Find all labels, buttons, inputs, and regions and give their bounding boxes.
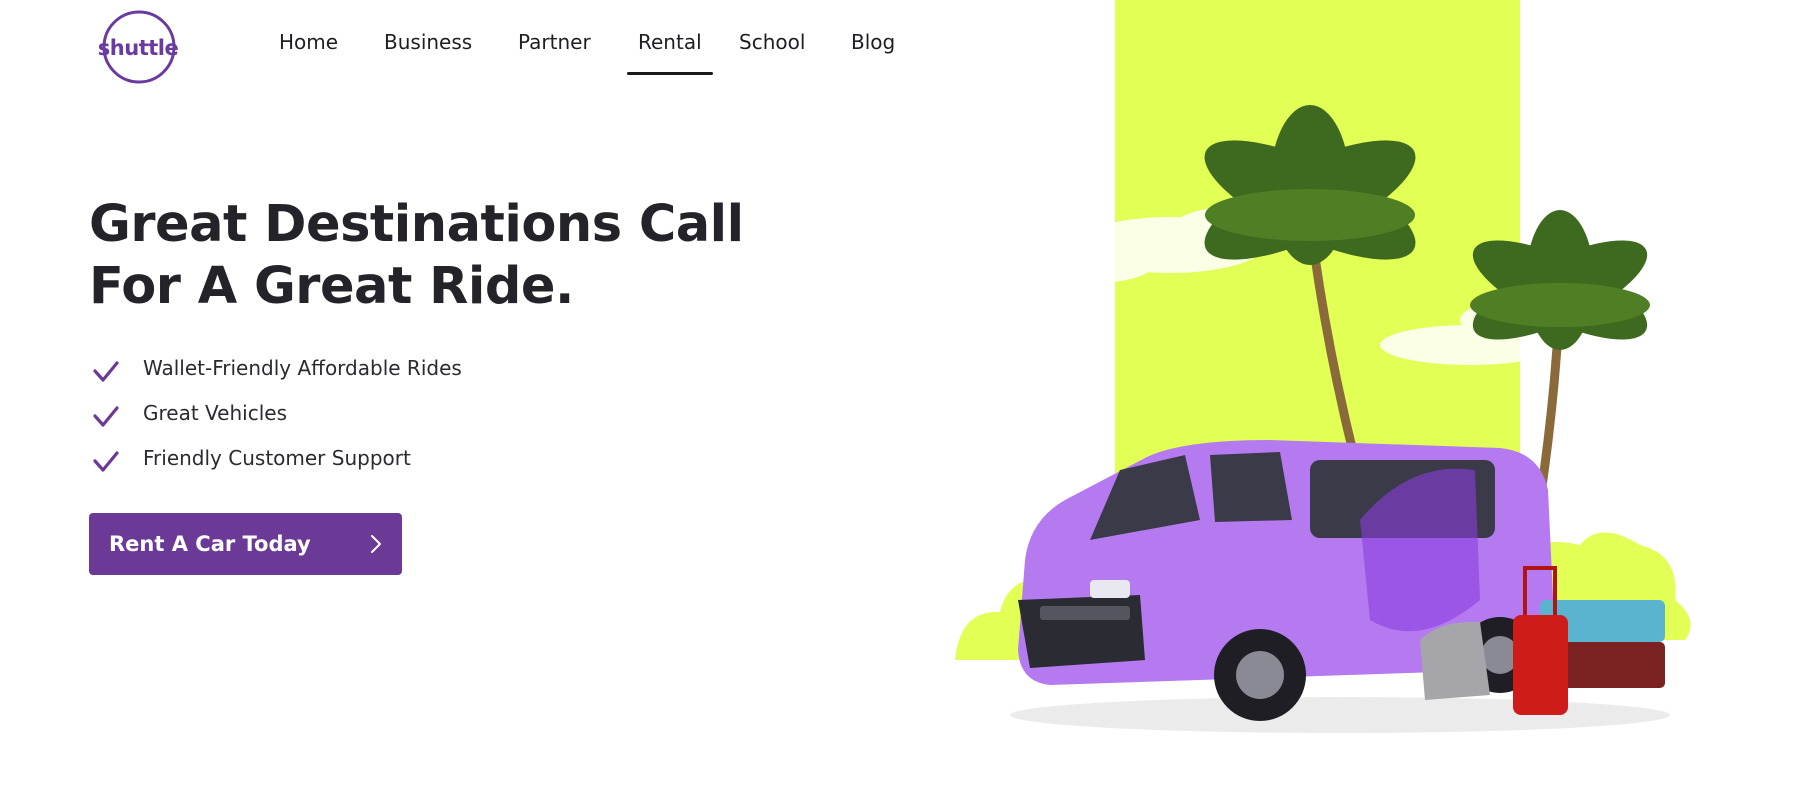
nav-item-school[interactable]: School <box>739 30 805 54</box>
hero-title: Great Destinations Call For A Great Ride… <box>89 194 789 318</box>
hero-title-line-2: For A Great Ride. <box>89 257 574 316</box>
chevron-right-icon <box>370 534 382 554</box>
feature-label: Friendly Customer Support <box>143 445 411 470</box>
logo[interactable]: shuttle <box>99 10 179 84</box>
check-icon <box>92 449 120 475</box>
nav-item-home[interactable]: Home <box>279 30 338 54</box>
hero-illustration <box>940 0 1720 740</box>
rent-car-button[interactable]: Rent A Car Today <box>89 513 402 575</box>
hero-title-line-1: Great Destinations Call <box>89 195 744 254</box>
logo-text: shuttle <box>99 36 178 60</box>
feature-label: Wallet-Friendly Affordable Rides <box>143 355 462 380</box>
nav-item-partner[interactable]: Partner <box>518 30 591 54</box>
feature-item: Great Vehicles <box>92 390 462 435</box>
nav-item-business[interactable]: Business <box>384 30 472 54</box>
feature-item: Wallet-Friendly Affordable Rides <box>92 345 462 390</box>
check-icon <box>92 359 120 385</box>
logo-mark: shuttle <box>99 10 179 84</box>
feature-list: Wallet-Friendly Affordable Rides Great V… <box>92 345 462 480</box>
van-illustration <box>955 0 1691 733</box>
nav-item-blog[interactable]: Blog <box>851 30 895 54</box>
nav-item-rental[interactable]: Rental <box>627 30 713 75</box>
rent-car-button-label: Rent A Car Today <box>109 532 311 556</box>
check-icon <box>92 404 120 430</box>
feature-label: Great Vehicles <box>143 400 287 425</box>
feature-item: Friendly Customer Support <box>92 435 462 480</box>
